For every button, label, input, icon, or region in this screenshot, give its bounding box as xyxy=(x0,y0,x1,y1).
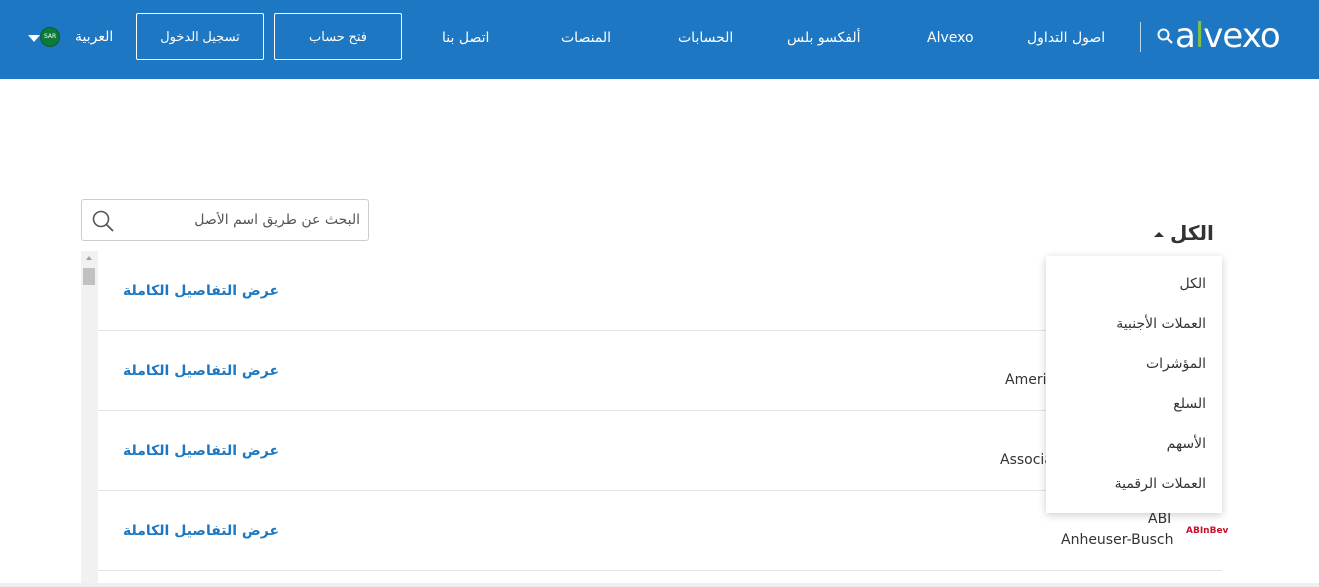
language-caret-icon[interactable] xyxy=(28,35,40,42)
dropdown-option-indices[interactable]: المؤشرات xyxy=(1146,356,1206,372)
asset-search-input[interactable] xyxy=(122,201,360,239)
abinbev-logo: ABInBev xyxy=(1186,526,1229,536)
search-icon[interactable] xyxy=(91,209,115,233)
scrollbar-thumb[interactable] xyxy=(83,268,95,285)
nav-alvexo[interactable]: Alvexo xyxy=(927,29,974,47)
language-label[interactable]: العربية xyxy=(75,29,113,45)
view-full-details-link[interactable]: عرض التفاصيل الكاملة xyxy=(123,283,279,299)
logo-wordmark: alvexo xyxy=(1175,16,1281,56)
view-full-details-link[interactable]: عرض التفاصيل الكاملة xyxy=(123,523,279,539)
nav-alvexo-plus[interactable]: ألفكسو بلس xyxy=(787,29,861,47)
caret-up-icon[interactable] xyxy=(1154,232,1164,237)
dropdown-option-crypto[interactable]: العملات الرقمية xyxy=(1115,476,1206,492)
list-scrollbar[interactable] xyxy=(81,251,98,587)
saudi-flag-icon[interactable]: SAR xyxy=(40,27,60,47)
asset-name: Associa xyxy=(1000,452,1053,468)
dropdown-option-forex[interactable]: العملات الأجنبية xyxy=(1116,316,1206,332)
nav-accounts[interactable]: الحسابات xyxy=(678,29,733,47)
login-button[interactable]: تسجيل الدخول xyxy=(136,13,264,60)
dropdown-option-stocks[interactable]: الأسهم xyxy=(1167,436,1206,452)
category-dropdown-menu: الكل العملات الأجنبية المؤشرات السلع الأ… xyxy=(1046,256,1222,513)
nav-trading-assets[interactable]: اصول التداول xyxy=(1027,29,1105,47)
dropdown-option-commodities[interactable]: السلع xyxy=(1173,396,1206,412)
asset-symbol: ABI xyxy=(1148,511,1172,527)
category-filter-selected[interactable]: الكل xyxy=(1170,221,1214,245)
dropdown-option-all[interactable]: الكل xyxy=(1180,276,1207,292)
view-full-details-link[interactable]: عرض التفاصيل الكاملة xyxy=(123,363,279,379)
logo-text: alvexo xyxy=(1175,16,1281,56)
alvexo-logo[interactable]: alvexo xyxy=(1157,14,1307,58)
asset-name: Ameri xyxy=(1005,372,1047,388)
nav-platforms[interactable]: المنصات xyxy=(561,29,611,47)
search-icon[interactable] xyxy=(1157,28,1173,44)
view-full-details-link[interactable]: عرض التفاصيل الكاملة xyxy=(123,443,279,459)
nav-divider xyxy=(1140,22,1141,52)
flag-text: SAR xyxy=(44,33,57,40)
scroll-up-arrow-icon[interactable] xyxy=(86,256,92,260)
bottom-edge xyxy=(0,583,1319,587)
top-navigation-bar: alvexo اصول التداول Alvexo ألفكسو بلس ال… xyxy=(0,0,1319,79)
asset-search-box xyxy=(81,199,369,241)
open-account-button[interactable]: فتح حساب xyxy=(274,13,402,60)
nav-contact[interactable]: اتصل بنا xyxy=(442,29,489,47)
asset-name: Anheuser-Busch xyxy=(1061,532,1174,548)
